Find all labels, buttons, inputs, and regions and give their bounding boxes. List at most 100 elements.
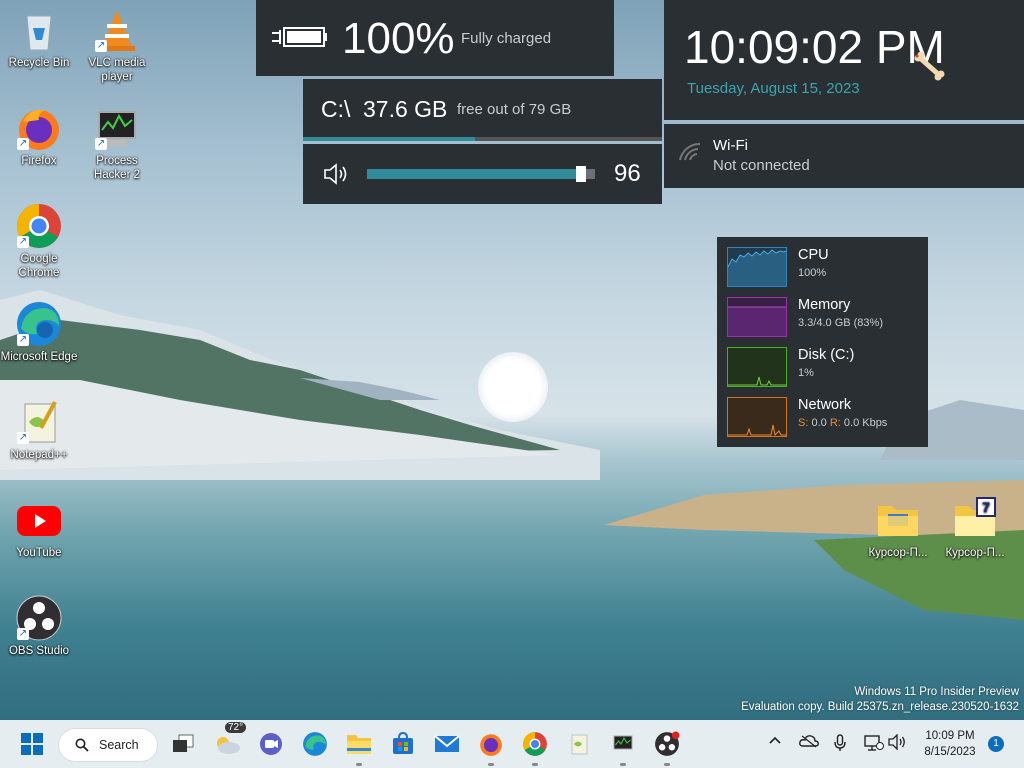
running-indicator [488, 763, 494, 766]
running-indicator [532, 763, 538, 766]
running-indicator [664, 763, 670, 766]
volume-tray-button[interactable] [888, 733, 908, 753]
perf-row-disk[interactable]: Disk (C:) 1% [727, 347, 922, 391]
file-explorer-button[interactable] [343, 728, 375, 766]
perf-row-memory[interactable]: Memory 3.3/4.0 GB (83%) [727, 297, 922, 341]
obs-icon: ↗ [15, 594, 63, 642]
clock-date: Tuesday, August 15, 2023 [687, 80, 860, 97]
perf-network-value: S: 0.0 R: 0.0 Kbps [798, 417, 887, 429]
network-send-value: 0.0 [811, 417, 827, 429]
perf-memory-label: Memory [798, 297, 851, 313]
meet-icon [260, 733, 282, 755]
start-button[interactable] [16, 728, 48, 760]
perf-row-network[interactable]: Network S: 0.0 R: 0.0 Kbps [727, 397, 922, 441]
desktop-icon-recycle-bin[interactable]: Recycle Bin [0, 6, 78, 70]
perf-cpu-label: CPU [798, 247, 829, 263]
taskbar: Search 72° 10:09 PM 8/15/2023 1 [0, 720, 1024, 768]
desktop-icon-vlc[interactable]: ↗ VLC media player [78, 6, 156, 84]
youtube-icon [15, 496, 63, 544]
folder-icon [874, 496, 922, 544]
edge-icon: ↗ [15, 300, 63, 348]
mail-icon [434, 735, 460, 752]
shortcut-arrow-icon: ↗ [95, 138, 107, 150]
chevron-up-icon [769, 736, 781, 744]
chrome-icon [523, 732, 547, 756]
disk-usage-fill [303, 137, 476, 141]
task-view-button[interactable] [167, 728, 199, 760]
firefox-taskbar-button[interactable] [475, 728, 507, 766]
weather-button[interactable]: 72° [211, 722, 247, 760]
show-hidden-icons-button[interactable] [768, 734, 782, 748]
desktop-icon-label: Microsoft Edge [0, 351, 78, 363]
shortcut-arrow-icon: ↗ [17, 628, 29, 640]
wifi-widget[interactable]: Wi-Fi Not connected [664, 124, 1024, 188]
network-graph [727, 397, 787, 437]
firefox-icon [480, 734, 502, 756]
desktop-icon-folder-2[interactable]: 7 Курсор-П... [936, 496, 1014, 560]
desktop-icon-process-hacker[interactable]: ↗ Process Hacker 2 [78, 104, 156, 182]
task-view-icon [173, 734, 194, 752]
battery-charging-icon [272, 27, 327, 47]
wifi-icon [679, 142, 701, 161]
desktop-icon-chrome[interactable]: ↗ Google Chrome [0, 202, 78, 280]
notification-badge[interactable]: 1 [988, 736, 1004, 752]
perf-network-label: Network [798, 397, 852, 413]
volume-slider-thumb[interactable] [575, 166, 586, 182]
disk-letter: C:\ [321, 96, 351, 122]
windows-logo-icon [21, 733, 43, 755]
disk-free: 37.6 GB [363, 96, 448, 122]
onedrive-tray-button[interactable] [799, 734, 819, 751]
store-button[interactable] [387, 728, 419, 760]
performance-widget[interactable]: CPU 100% Memory 3.3/4.0 GB (83%) Disk (C… [717, 237, 928, 447]
weather-icon [217, 737, 240, 754]
clock-time: 10:09:02 PM [684, 21, 945, 73]
volume-widget[interactable]: 96 [303, 144, 662, 204]
folder-icon: 7 [951, 496, 999, 544]
desktop-icon-label: Google Chrome [18, 253, 60, 279]
network-recv-label: R: [829, 417, 841, 429]
disk-usage-bar [303, 137, 662, 141]
edge-taskbar-button[interactable] [299, 728, 331, 760]
perf-disk-label: Disk (C:) [798, 347, 855, 363]
firefox-icon: ↗ [15, 104, 63, 152]
microphone-tray-button[interactable] [834, 734, 846, 755]
network-recv-value: 0.0 Kbps [843, 417, 888, 429]
process-hacker-taskbar-button[interactable] [607, 728, 639, 766]
volume-slider[interactable] [367, 169, 595, 179]
shortcut-arrow-icon: ↗ [95, 40, 107, 52]
wifi-name: Wi-Fi [713, 137, 748, 154]
speaker-icon [888, 733, 905, 751]
recycle-bin-icon [15, 6, 63, 54]
desktop-icon-edge[interactable]: ↗ Microsoft Edge [0, 300, 78, 364]
clock-widget[interactable]: 10:09:02 PM Tuesday, August 15, 2023 [664, 0, 1024, 120]
desktop-icon-youtube[interactable]: YouTube [0, 496, 78, 560]
desktop-icon-label: YouTube [16, 547, 62, 559]
disk-widget[interactable]: C:\ 37.6 GB free out of 79 GB [303, 79, 662, 141]
network-tray-button[interactable] [864, 734, 884, 755]
desktop-icon-firefox[interactable]: ↗ Firefox [0, 104, 78, 168]
memory-graph [727, 297, 787, 337]
store-icon [393, 732, 413, 754]
desktop-icon-label: Курсор-П... [868, 547, 928, 559]
taskbar-search[interactable]: Search [59, 729, 157, 761]
perf-row-cpu[interactable]: CPU 100% [727, 247, 922, 291]
system-clock[interactable]: 10:09 PM 8/15/2023 [914, 728, 986, 760]
shortcut-arrow-icon: ↗ [17, 334, 29, 346]
obs-icon [655, 731, 680, 756]
network-send-label: S: [798, 417, 809, 429]
obs-taskbar-button[interactable] [651, 728, 683, 766]
desktop-icon-notepadpp[interactable]: ↗ Notepad++ [0, 398, 78, 462]
vlc-icon: ↗ [93, 6, 141, 54]
desktop-icon-obs[interactable]: ↗ OBS Studio [0, 594, 78, 658]
battery-widget[interactable]: 100% Fully charged [256, 0, 614, 76]
notepadpp-icon [571, 734, 588, 755]
mail-button[interactable] [431, 728, 463, 760]
notepadpp-taskbar-button[interactable] [563, 728, 595, 760]
watermark-line-2: Evaluation copy. Build 25375.zn_release.… [741, 701, 1019, 713]
battery-percent: 100% [342, 14, 455, 63]
chrome-taskbar-button[interactable] [519, 728, 551, 766]
meet-button[interactable] [255, 728, 287, 760]
process-hacker-icon: ↗ [93, 104, 141, 152]
process-hacker-icon [613, 735, 633, 750]
desktop-icon-folder-1[interactable]: Курсор-П... [859, 496, 937, 560]
